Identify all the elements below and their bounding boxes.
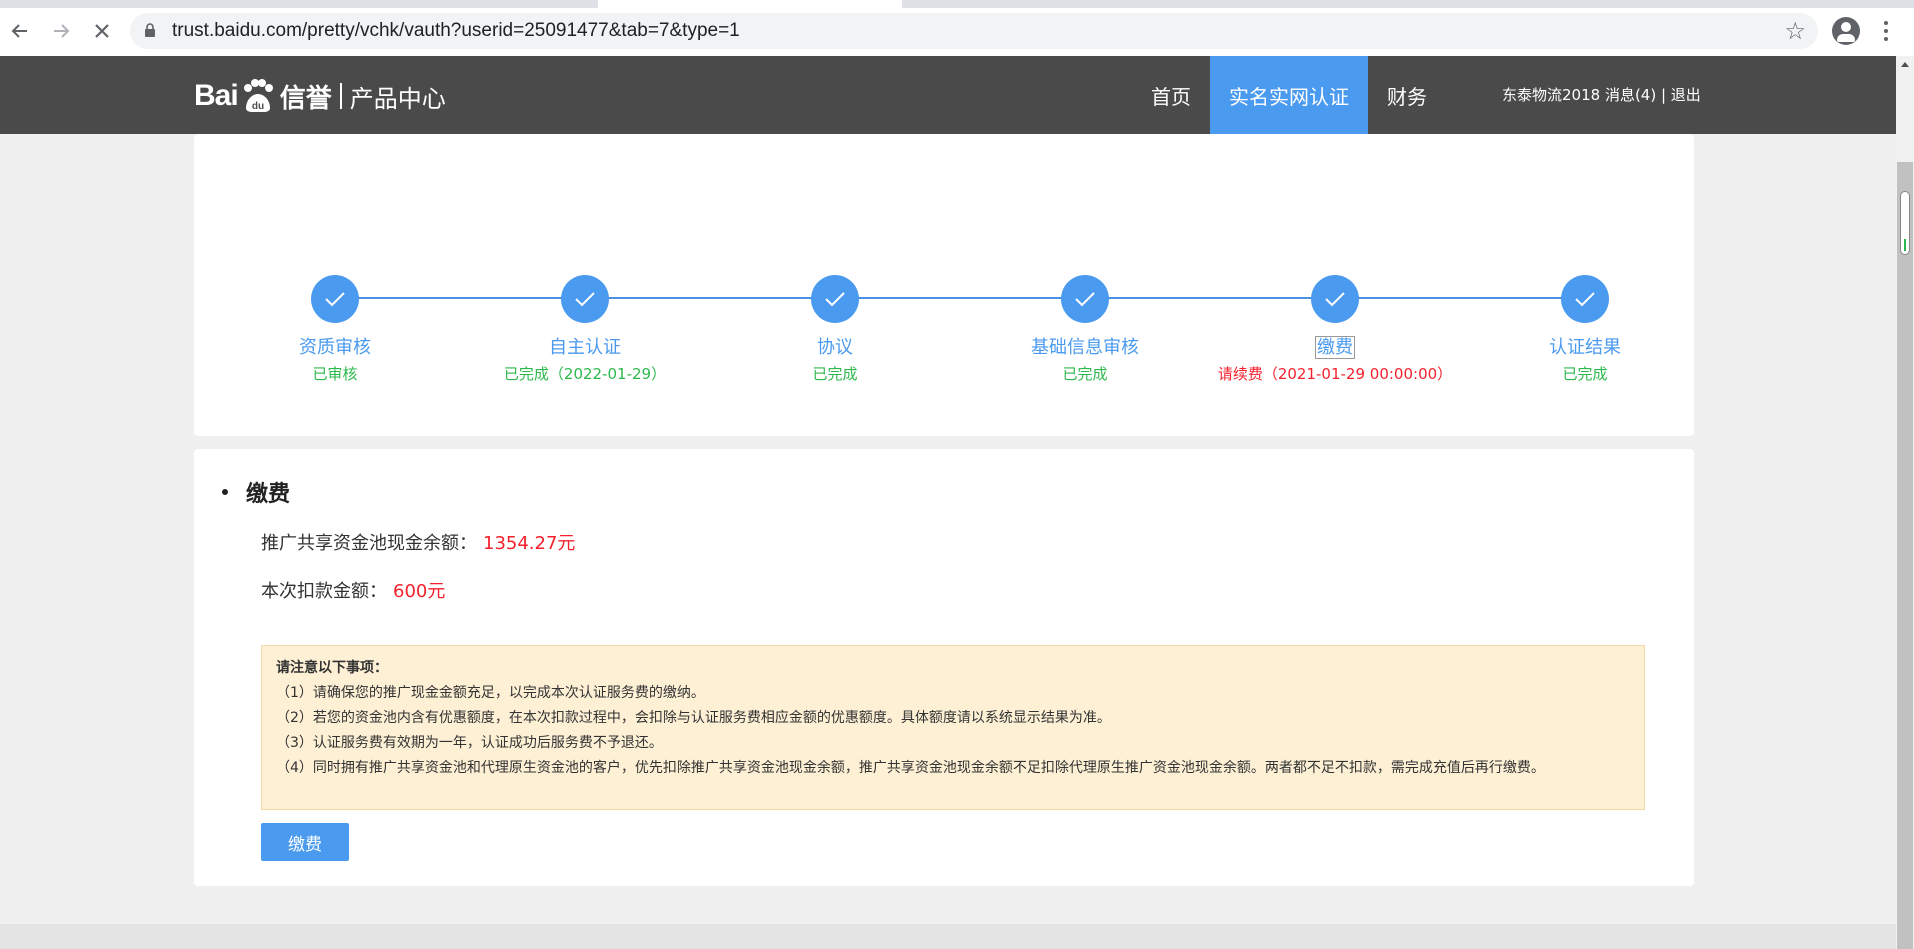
stop-loading-icon[interactable] [86,15,118,47]
page-footer-band [0,924,1896,949]
payment-card: 缴费 推广共享资金池现金余额： 1354.27元 本次扣款金额： 600元 请注意以… [194,449,1694,886]
main-nav: 首页 实名实网认证 财务 [1132,56,1446,134]
nav-real-name-auth[interactable]: 实名实网认证 [1210,56,1368,134]
notice-box: 请注意以下事项： （1）请确保您的推广现金金额充足，以完成本次认证服务费的缴纳。… [261,645,1645,810]
progress-steps-card: 资质审核 已审核 自主认证 已完成（2022-01-29） 协议 已完成 基础信… [194,134,1694,436]
notice-item: （2）若您的资金池内含有优惠额度，在本次扣款过程中，会扣除与认证服务费相应金额的… [276,710,1111,726]
baidu-trust-logo[interactable]: Bai du 信誉 产品中心 [194,74,446,118]
lock-icon [145,23,155,37]
balance-label: 推广共享资金池现金余额： [261,533,477,554]
step-status: 已审核 [312,365,358,383]
scrollbar-thumb[interactable] [1897,162,1913,949]
tab-strip [0,0,1914,8]
page-scrollbar[interactable] [1896,56,1914,949]
user-links[interactable]: 东泰物流2018 消息(4) | 退出 [1502,84,1701,105]
step-payment[interactable]: 缴费 请续费（2021-01-29 00:00:00） [1205,275,1465,384]
payment-title-text: 缴费 [246,482,291,507]
scroll-up-arrow-icon[interactable] [1901,62,1909,67]
step-name: 缴费 [1205,335,1465,361]
logo-separator [339,83,342,109]
step-status: 请续费（2021-01-29 00:00:00） [1217,365,1453,383]
deduct-row: 本次扣款金额： 600元 [261,577,445,603]
step-agreement[interactable]: 协议 已完成 [705,275,965,384]
step-auth-result[interactable]: 认证结果 已完成 [1455,275,1715,384]
notice-item: （1）请确保您的推广现金金额充足，以完成本次认证服务费的缴纳。 [276,685,705,701]
check-icon [1561,275,1609,323]
bookmark-star-icon[interactable]: ☆ [1784,17,1806,45]
profile-avatar-icon[interactable] [1832,17,1860,45]
payment-section-title: 缴费 [222,476,290,508]
step-name: 资质审核 [299,337,371,358]
check-icon [311,275,359,323]
step-name: 协议 [817,337,853,358]
check-icon [811,275,859,323]
browser-toolbar: trust.baidu.com/pretty/vchk/vauth?userid… [0,0,1914,56]
site-header: Bai du 信誉 产品中心 首页 实名实网认证 财务 东泰物流2018 消息(… [0,56,1896,134]
url-text[interactable]: trust.baidu.com/pretty/vchk/vauth?userid… [172,20,740,42]
step-basic-info-review[interactable]: 基础信息审核 已完成 [955,275,1215,384]
bullet-icon [222,489,228,495]
deduct-label: 本次扣款金额： [261,581,387,602]
check-icon [1061,275,1109,323]
step-name: 自主认证 [549,337,621,358]
step-name-text: 缴费 [1315,336,1355,359]
logo-xinyu-text: 信誉 [279,83,332,114]
logo-du-text: du [252,101,264,112]
scroll-indicator-icon [1900,191,1910,255]
check-icon [1311,275,1359,323]
step-name: 认证结果 [1549,337,1621,358]
address-bar[interactable]: trust.baidu.com/pretty/vchk/vauth?userid… [130,13,1818,49]
step-self-auth[interactable]: 自主认证 已完成（2022-01-29） [455,275,715,384]
browser-tab-active[interactable] [598,0,902,8]
back-icon[interactable] [4,15,36,47]
browser-menu-icon[interactable] [1876,16,1896,46]
forward-icon[interactable] [45,15,77,47]
balance-row: 推广共享资金池现金余额： 1354.27元 [261,529,575,555]
step-status: 已完成 [1562,365,1608,383]
logo-bai-text: Bai [194,79,239,112]
step-status: 已完成 [1062,365,1108,383]
deduct-value: 600元 [393,581,446,602]
logo-product-center: 产品中心 [349,84,446,113]
step-status: 已完成 [812,365,858,383]
paw-icon: du [240,78,276,114]
step-qualification[interactable]: 资质审核 已审核 [205,275,465,384]
notice-item: （4）同时拥有推广共享资金池和代理原生资金池的客户，优先扣除推广共享资金池现金余… [276,760,1545,776]
step-status: 已完成（2022-01-29） [503,365,667,383]
step-name: 基础信息审核 [1031,337,1139,358]
nav-finance[interactable]: 财务 [1368,56,1446,134]
notice-title: 请注意以下事项： [276,660,388,676]
pay-button[interactable]: 缴费 [261,823,349,861]
check-icon [561,275,609,323]
balance-value: 1354.27元 [483,533,576,554]
nav-home[interactable]: 首页 [1132,56,1210,134]
notice-item: （3）认证服务费有效期为一年，认证成功后服务费不予退还。 [276,735,663,751]
